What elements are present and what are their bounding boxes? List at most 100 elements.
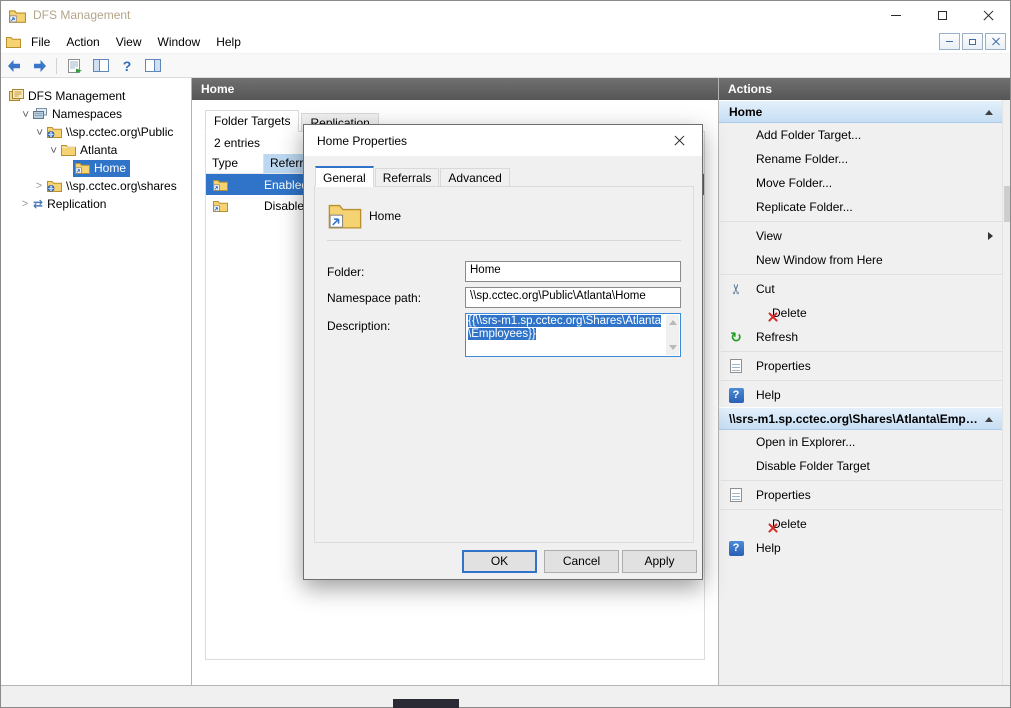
- action-disable-folder-target[interactable]: Disable Folder Target: [719, 454, 1002, 478]
- selected-description-text: {{\\srs-m1.sp.cctec.org\Shares\Atlanta\E…: [468, 315, 661, 340]
- namespace-path-input[interactable]: \\sp.cctec.org\Public\Atlanta\Home: [465, 287, 681, 308]
- expanded-chevron-icon[interactable]: >: [33, 126, 45, 138]
- action-rename-folder[interactable]: Rename Folder...: [719, 147, 1002, 171]
- tree-item-label: Atlanta: [80, 143, 117, 157]
- action-label: Cut: [756, 282, 775, 296]
- menu-view[interactable]: View: [108, 30, 150, 53]
- maximize-icon: [938, 11, 947, 20]
- menu-window[interactable]: Window: [150, 30, 209, 53]
- ok-button[interactable]: OK: [462, 550, 537, 573]
- collapsed-chevron-icon[interactable]: >: [33, 180, 45, 192]
- dfs-root-icon: [9, 89, 24, 102]
- action-new-window-from-here[interactable]: New Window from Here: [719, 248, 1002, 272]
- help-button[interactable]: ?: [115, 55, 139, 77]
- tree-item-replication[interactable]: > ⇄ Replication: [0, 195, 191, 213]
- action-label: Add Folder Target...: [756, 128, 861, 142]
- dialog-close-button[interactable]: [657, 125, 702, 155]
- tree-item-dfs-management[interactable]: DFS Management: [0, 87, 191, 105]
- menu-help[interactable]: Help: [208, 30, 249, 53]
- cancel-button[interactable]: Cancel: [544, 550, 619, 573]
- target-action-delete[interactable]: Delete: [719, 512, 1002, 536]
- action-properties[interactable]: Properties: [719, 354, 1002, 378]
- actions-section-home-header[interactable]: Home: [719, 100, 1002, 123]
- toolbar: ?: [0, 54, 1011, 78]
- child-minimize-button[interactable]: [939, 33, 960, 50]
- action-label: Disable Folder Target: [756, 459, 870, 473]
- action-label: Help: [756, 388, 781, 402]
- action-refresh[interactable]: ↻ Refresh: [719, 325, 1002, 349]
- target-action-help[interactable]: ? Help: [719, 536, 1002, 560]
- apply-button[interactable]: Apply: [622, 550, 697, 573]
- scroll-up-icon[interactable]: [669, 320, 677, 325]
- selected-tree-node[interactable]: Home: [73, 160, 130, 177]
- tree-item-label: DFS Management: [28, 89, 125, 103]
- show-console-tree-icon: [93, 59, 109, 72]
- folder-icon: [61, 143, 76, 156]
- action-open-in-explorer[interactable]: Open in Explorer...: [719, 430, 1002, 454]
- show-console-tree-button[interactable]: [89, 55, 113, 77]
- child-restore-button[interactable]: [962, 33, 983, 50]
- folder-label: Folder:: [327, 265, 457, 279]
- action-replicate-folder[interactable]: Replicate Folder...: [719, 195, 1002, 219]
- minimize-button[interactable]: [873, 0, 919, 30]
- help-icon: ?: [729, 388, 744, 403]
- maximize-button[interactable]: [919, 0, 965, 30]
- column-header-type[interactable]: Type: [206, 154, 264, 173]
- actions-scrollbar[interactable]: [1002, 100, 1011, 685]
- collapse-section-icon[interactable]: [985, 110, 993, 115]
- tree-item-atlanta[interactable]: > Atlanta: [0, 141, 191, 159]
- taskbar-fragment: [393, 699, 459, 708]
- tree-item-namespace-public[interactable]: > \\sp.cctec.org\Public: [0, 123, 191, 141]
- collapse-section-icon[interactable]: [985, 417, 993, 422]
- back-icon: [6, 59, 22, 73]
- tab-referrals[interactable]: Referrals: [375, 168, 440, 187]
- action-delete[interactable]: Delete: [719, 301, 1002, 325]
- window-title: DFS Management: [33, 8, 130, 22]
- child-close-icon: [992, 38, 1000, 46]
- description-scrollbar[interactable]: [666, 315, 679, 355]
- namespace-path-label: Namespace path:: [327, 291, 457, 305]
- action-label: Properties: [756, 488, 811, 502]
- tree-item-namespace-shares[interactable]: > \\sp.cctec.org\shares: [0, 177, 191, 195]
- target-action-properties[interactable]: Properties: [719, 483, 1002, 507]
- expanded-chevron-icon[interactable]: >: [47, 144, 59, 156]
- show-action-pane-button[interactable]: [141, 55, 165, 77]
- tab-general[interactable]: General: [315, 166, 374, 187]
- export-list-button[interactable]: [63, 55, 87, 77]
- forward-button[interactable]: [28, 55, 52, 77]
- tab-folder-targets[interactable]: Folder Targets: [205, 110, 299, 132]
- actions-section-target-header[interactable]: \\srs-m1.sp.cctec.org\Shares\Atlanta\Emp…: [719, 407, 1002, 430]
- help-icon: ?: [123, 58, 132, 74]
- menu-action[interactable]: Action: [58, 30, 107, 53]
- tree-item-namespaces[interactable]: > Namespaces: [0, 105, 191, 123]
- section-header-label: \\srs-m1.sp.cctec.org\Shares\Atlanta\Emp…: [729, 408, 978, 430]
- expanded-chevron-icon[interactable]: >: [19, 108, 31, 120]
- close-icon: [674, 135, 685, 146]
- action-add-folder-target[interactable]: Add Folder Target...: [719, 123, 1002, 147]
- app-icon: [9, 8, 26, 23]
- close-icon: [983, 10, 994, 21]
- dialog-titlebar[interactable]: Home Properties: [304, 125, 702, 156]
- dialog-tabs: General Referrals Advanced: [315, 166, 511, 187]
- collapsed-chevron-icon[interactable]: >: [19, 198, 31, 210]
- close-button[interactable]: [965, 0, 1011, 30]
- action-help[interactable]: ? Help: [719, 383, 1002, 407]
- menu-file[interactable]: File: [23, 30, 58, 53]
- child-window-controls: [939, 33, 1006, 50]
- tree-item-home[interactable]: Home: [0, 159, 191, 177]
- action-label: Refresh: [756, 330, 798, 344]
- description-input[interactable]: {{\\srs-m1.sp.cctec.org\Shares\Atlanta\E…: [465, 313, 681, 357]
- action-cut[interactable]: ✂ Cut: [719, 277, 1002, 301]
- actions-scrollbar-thumb[interactable]: [1004, 186, 1010, 222]
- action-move-folder[interactable]: Move Folder...: [719, 171, 1002, 195]
- folder-input[interactable]: Home: [465, 261, 681, 282]
- action-view[interactable]: View: [719, 224, 1002, 248]
- action-label: View: [756, 229, 782, 243]
- scroll-down-icon[interactable]: [669, 345, 677, 350]
- tab-advanced[interactable]: Advanced: [440, 168, 509, 187]
- titlebar[interactable]: DFS Management: [0, 0, 1011, 30]
- child-close-button[interactable]: [985, 33, 1006, 50]
- action-label: Move Folder...: [756, 176, 832, 190]
- back-button[interactable]: [2, 55, 26, 77]
- actions-separator: [721, 480, 1002, 481]
